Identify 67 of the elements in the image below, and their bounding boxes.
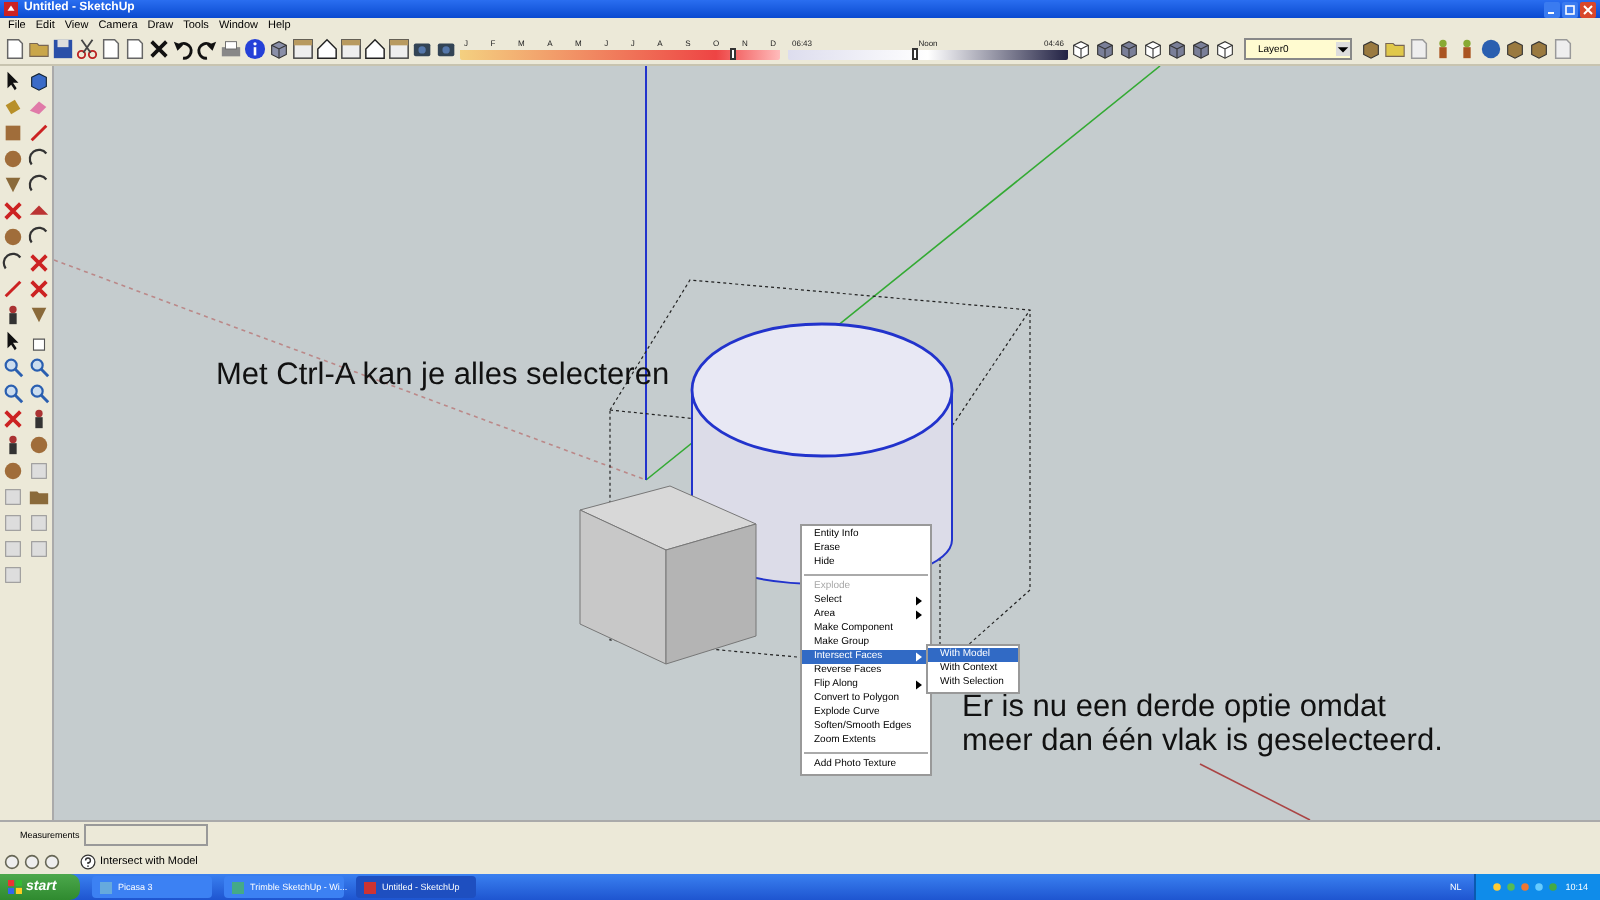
page-icon[interactable] xyxy=(4,38,26,60)
pointer-icon[interactable] xyxy=(2,330,24,352)
minimize-button[interactable] xyxy=(1544,1,1560,17)
axis-line xyxy=(1199,763,1311,820)
window-icon xyxy=(364,881,376,893)
triangle-icon[interactable] xyxy=(28,304,50,326)
undo-icon[interactable] xyxy=(172,38,194,60)
redo-icon[interactable] xyxy=(196,38,218,60)
circle-icon[interactable] xyxy=(24,853,40,869)
app-icon xyxy=(4,2,18,16)
window-icon xyxy=(232,881,244,893)
slider-thumb[interactable] xyxy=(730,48,736,60)
circle-icon[interactable] xyxy=(2,460,24,482)
cube-icon[interactable] xyxy=(1528,38,1550,60)
circle-icon[interactable] xyxy=(4,853,20,869)
restore-button[interactable] xyxy=(1562,1,1578,17)
square-icon[interactable] xyxy=(2,122,24,144)
search-icon[interactable] xyxy=(2,382,24,404)
folder-icon[interactable] xyxy=(28,486,50,508)
folder-icon[interactable] xyxy=(28,38,50,60)
caret-icon xyxy=(1336,42,1350,56)
search-icon[interactable] xyxy=(28,382,50,404)
cube-icon[interactable] xyxy=(28,70,50,92)
help-icon[interactable] xyxy=(80,853,96,869)
cube-icon[interactable] xyxy=(1214,38,1236,60)
pointer-icon[interactable] xyxy=(2,70,24,92)
scissors-icon[interactable] xyxy=(76,38,98,60)
triangle-icon[interactable] xyxy=(2,174,24,196)
cube-icon[interactable] xyxy=(1118,38,1140,60)
close-button[interactable] xyxy=(1580,1,1596,17)
pencil-icon[interactable] xyxy=(2,278,24,300)
page-icon[interactable] xyxy=(124,38,146,60)
info-icon[interactable] xyxy=(244,38,266,60)
printer-icon[interactable] xyxy=(220,38,242,60)
window-icon xyxy=(100,881,112,893)
arc-icon[interactable] xyxy=(28,148,50,170)
window-icon[interactable] xyxy=(388,38,410,60)
cube-icon[interactable] xyxy=(1190,38,1212,60)
slider-thumb[interactable] xyxy=(912,48,918,60)
circle-icon[interactable] xyxy=(2,148,24,170)
camera-icon[interactable] xyxy=(412,38,434,60)
window-icon[interactable] xyxy=(340,38,362,60)
arc-icon[interactable] xyxy=(28,174,50,196)
measurements-field[interactable] xyxy=(83,824,208,846)
cube-icon[interactable] xyxy=(268,38,290,60)
arc-icon[interactable] xyxy=(28,226,50,248)
search-icon[interactable] xyxy=(2,356,24,378)
circle-icon[interactable] xyxy=(44,853,60,869)
circle-icon[interactable] xyxy=(1480,38,1502,60)
cube-icon[interactable] xyxy=(1166,38,1188,60)
camera-icon[interactable] xyxy=(436,38,458,60)
circle-icon[interactable] xyxy=(2,226,24,248)
windows-flag-icon xyxy=(8,880,22,894)
cube-icon[interactable] xyxy=(1070,38,1092,60)
cube-icon[interactable] xyxy=(1142,38,1164,60)
cube-icon[interactable] xyxy=(1094,38,1116,60)
cross-icon[interactable] xyxy=(148,38,170,60)
cube-icon[interactable] xyxy=(1504,38,1526,60)
annotation-text: Er is nu een derde optie omdat meer dan één vlak is geselecteerd. xyxy=(962,690,1445,758)
circle-icon[interactable] xyxy=(28,434,50,456)
cube-icon[interactable] xyxy=(1360,38,1382,60)
pencil-icon[interactable] xyxy=(28,122,50,144)
page-icon[interactable] xyxy=(100,38,122,60)
arc-icon[interactable] xyxy=(2,252,24,274)
folder-icon[interactable] xyxy=(1384,38,1406,60)
search-icon[interactable] xyxy=(28,356,50,378)
window-icon[interactable] xyxy=(292,38,314,60)
